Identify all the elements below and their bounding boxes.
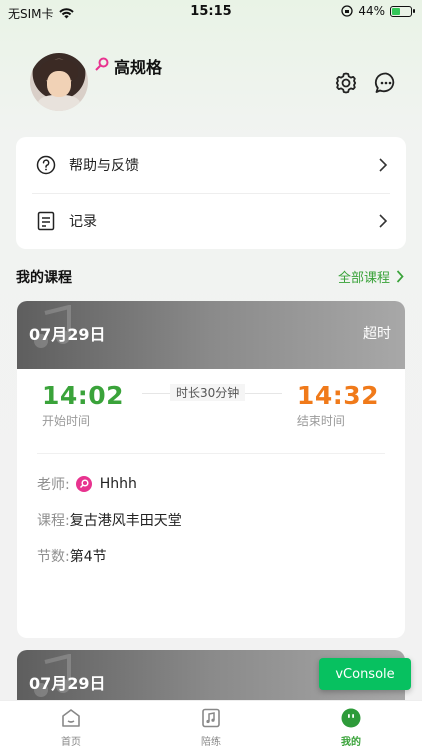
status-right: 44% (341, 4, 415, 18)
teacher-key: 老师: (37, 477, 70, 493)
tab-bar: 首页 陪练 我的 (0, 700, 422, 750)
course-value: 复古港风丰田天堂 (69, 513, 182, 529)
card-divider (37, 453, 385, 454)
menu-item-label: 记录 (69, 214, 97, 230)
chevron-right-icon (396, 270, 404, 283)
all-courses-link[interactable]: 全部课程 (338, 267, 404, 286)
duration-indicator: 时长30分钟 (142, 384, 282, 401)
tab-home[interactable]: 首页 (31, 707, 111, 748)
end-time-block: 14:32 结束时间 (297, 381, 379, 429)
avatar[interactable] (30, 53, 88, 111)
chevron-right-icon (379, 214, 388, 228)
female-symbol-icon (95, 57, 109, 71)
lesson-value: 第4节 (69, 549, 107, 565)
menu-item-help-feedback[interactable]: 帮助与反馈 (16, 137, 406, 193)
end-time: 14:32 (296, 381, 379, 410)
start-time-label: 开始时间 (42, 414, 91, 428)
lesson-row: 节数: 第4节 (37, 546, 107, 566)
rotation-lock-icon (341, 5, 353, 17)
gear-icon[interactable] (333, 70, 359, 96)
end-time-label: 结束时间 (296, 414, 345, 428)
document-icon (37, 211, 55, 231)
menu-card: 帮助与反馈 记录 (16, 137, 406, 249)
tab-label: 陪练 (201, 737, 221, 748)
course-date: 07月29日 (29, 674, 106, 693)
course-card-header: 07月29日 超时 (17, 301, 405, 369)
chat-bubble-icon[interactable] (373, 70, 399, 96)
home-icon (62, 709, 80, 727)
start-time: 14:02 (42, 381, 125, 410)
course-card[interactable]: 07月29日 超时 14:02 开始时间 时长30分钟 14:32 结束时间 老… (17, 301, 405, 638)
section-title-my-courses: 我的课程 (16, 270, 72, 286)
course-status: 超时 (363, 326, 391, 342)
lesson-key: 节数: (37, 549, 70, 565)
menu-item-records[interactable]: 记录 (16, 193, 406, 249)
course-date: 07月29日 (29, 325, 106, 344)
status-bar: 无SIM卡 15:15 44% (0, 0, 422, 26)
user-name: 高规格 (114, 58, 163, 77)
battery-icon (390, 5, 415, 17)
start-time-block: 14:02 开始时间 (42, 381, 124, 429)
tab-practice[interactable]: 陪练 (171, 707, 251, 748)
teacher-value: Hhhh (99, 476, 137, 492)
course-key: 课程: (37, 513, 70, 529)
vconsole-button[interactable]: vConsole (319, 658, 411, 690)
menu-item-label: 帮助与反馈 (69, 158, 139, 174)
course-row: 课程: 复古港风丰田天堂 (37, 510, 182, 530)
smiley-face-icon (341, 708, 361, 728)
profile-header: 高规格 (30, 50, 400, 120)
tab-label: 首页 (61, 737, 81, 748)
teacher-row: 老师: Hhhh (37, 474, 137, 494)
tab-mine[interactable]: 我的 (311, 707, 391, 748)
chevron-right-icon (379, 158, 388, 172)
all-courses-label: 全部课程 (337, 271, 390, 286)
battery-percent: 44% (358, 4, 385, 18)
help-circle-icon (36, 155, 56, 175)
duration-text: 时长30分钟 (170, 384, 246, 401)
music-note-icon (202, 708, 220, 728)
female-badge-icon (75, 476, 92, 492)
tab-label: 我的 (341, 737, 361, 748)
